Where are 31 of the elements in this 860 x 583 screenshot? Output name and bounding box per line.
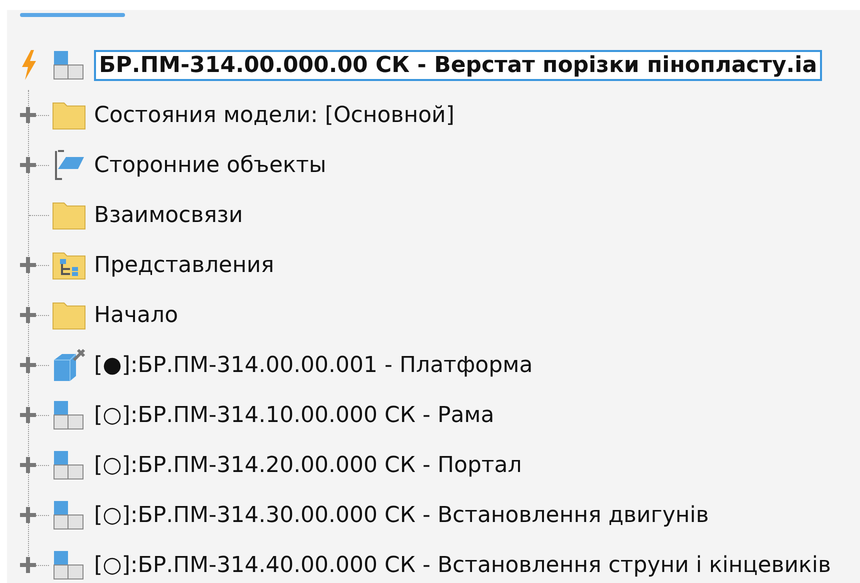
root-assembly-name[interactable]: БР.ПМ-314.00.000.00 СК - Верстат порізки пінопласту.ia <box>94 50 822 80</box>
tree-item[interactable]: Состояния модели: [Основной] <box>94 102 454 128</box>
expand-icon[interactable] <box>18 455 38 475</box>
expand-icon[interactable] <box>18 555 38 575</box>
expand-icon[interactable] <box>18 305 38 325</box>
tree-item[interactable]: [○]:БР.ПМ-314.40.00.000 СК - Встановлення струни і кінцевиків <box>94 552 831 578</box>
folder-tree-icon <box>52 250 86 280</box>
expand-icon[interactable] <box>18 255 38 275</box>
folder-icon <box>52 200 86 230</box>
tree-item[interactable]: [○]:БР.ПМ-314.10.00.000 СК - Рама <box>94 402 494 428</box>
assembly-icon <box>52 499 86 531</box>
expand-icon[interactable] <box>18 505 38 525</box>
assembly-icon <box>52 49 86 81</box>
tree-item[interactable]: [●]:БР.ПМ-314.00.00.001 - Платформа <box>94 352 533 378</box>
expand-icon[interactable] <box>18 105 38 125</box>
tree-item[interactable]: Сторонние объекты <box>94 152 326 178</box>
expand-icon[interactable] <box>18 405 38 425</box>
pinned-cube-icon <box>52 348 86 382</box>
assembly-icon <box>52 399 86 431</box>
tree-item[interactable]: Взаимосвязи <box>94 202 243 228</box>
folder-icon <box>52 100 86 130</box>
lightning-icon <box>21 50 37 80</box>
folder-icon <box>52 300 86 330</box>
assembly-icon <box>52 449 86 481</box>
expand-icon[interactable] <box>18 155 38 175</box>
tree-item[interactable]: Представления <box>94 252 274 278</box>
tree-item[interactable]: [○]:БР.ПМ-314.20.00.000 СК - Портал <box>94 452 522 478</box>
expand-icon[interactable] <box>18 355 38 375</box>
assembly-icon <box>52 549 86 581</box>
tree-item[interactable]: [○]:БР.ПМ-314.30.00.000 СК - Встановлення двигунів <box>94 502 709 528</box>
tree-item[interactable]: Начало <box>94 302 178 328</box>
